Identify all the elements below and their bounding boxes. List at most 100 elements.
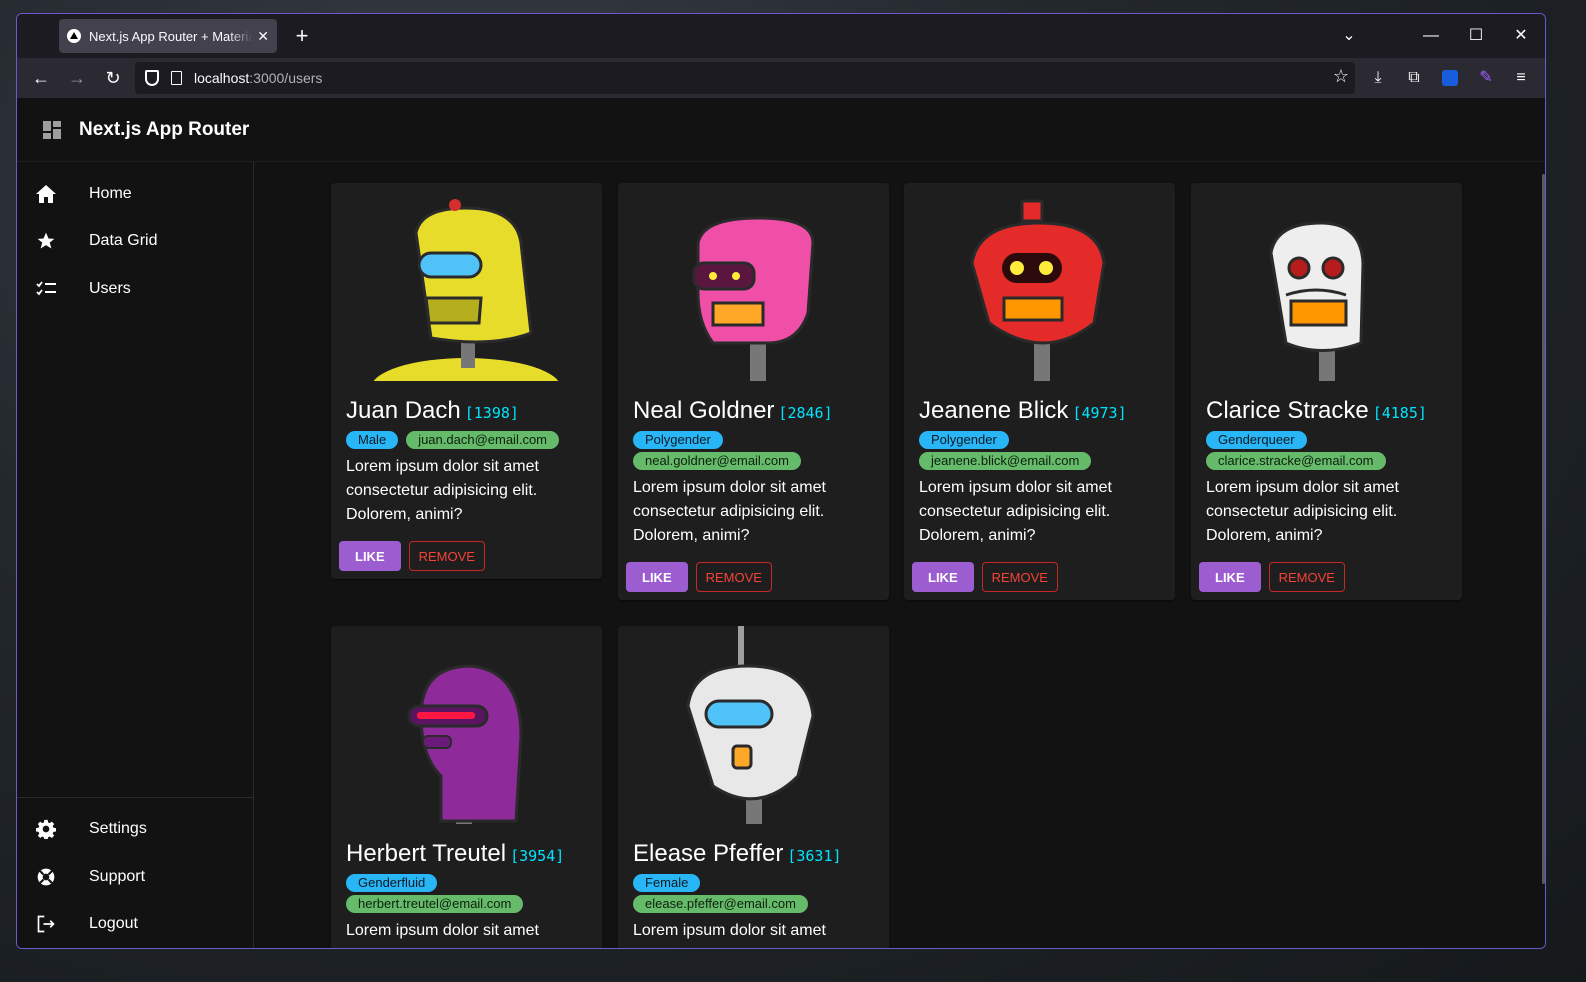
user-name: Herbert Treutel <box>346 840 507 867</box>
sidebar-item-home[interactable]: Home <box>17 170 253 218</box>
robot-avatar-image <box>618 626 889 824</box>
reload-button[interactable]: ↻ <box>101 66 125 90</box>
user-name: Clarice Stracke <box>1206 397 1369 424</box>
tracking-protection-shield-icon[interactable] <box>145 70 159 86</box>
robot-avatar-image <box>1191 183 1462 381</box>
remove-button[interactable]: REMOVE <box>695 562 772 592</box>
back-button[interactable]: ← <box>29 66 53 90</box>
user-card: Jeanene Blick [4973] Polygender jeanene.b… <box>904 183 1175 600</box>
remove-button[interactable]: REMOVE <box>408 541 485 571</box>
forward-button[interactable]: → <box>65 66 89 90</box>
sidebar: Home Data Grid Users Settings Support Lo… <box>17 162 254 949</box>
sidebar-item-label: Support <box>89 867 146 885</box>
robot-avatar-image <box>331 626 602 824</box>
user-name-row: Neal Goldner [2846] <box>633 397 874 427</box>
tab-title: Next.js App Router + Material UI <box>89 28 253 44</box>
email-chip: elease.pfeffer@email.com <box>633 895 808 913</box>
user-name-row: Clarice Stracke [4185] <box>1206 397 1447 427</box>
users-grid: Juan Dach [1398] Male juan.dach@email.com… <box>254 162 1545 948</box>
content-scrollbar[interactable] <box>1542 174 1545 884</box>
user-card: Elease Pfeffer [3631] Female elease.pfeff… <box>618 626 889 948</box>
bitwarden-extension-icon[interactable] <box>1438 66 1462 90</box>
logout-icon <box>35 913 57 935</box>
email-chip: clarice.stracke@email.com <box>1206 452 1386 470</box>
email-chip: juan.dach@email.com <box>406 431 560 449</box>
user-description: Lorem ipsum dolor sit amet consectetur a… <box>633 479 826 544</box>
browser-tab[interactable]: Next.js App Router + Material UI ✕ <box>59 19 277 53</box>
card-actions: LIKE REMOVE <box>331 527 602 579</box>
user-name-row: Jeanene Blick [4973] <box>919 397 1160 427</box>
card-actions: LIKE REMOVE <box>1191 548 1462 600</box>
user-description: Lorem ipsum dolor sit amet consectetur a… <box>919 479 1112 544</box>
sidebar-item-label: Data Grid <box>89 232 158 250</box>
user-card: Herbert Treutel [3954] Genderfluid herber… <box>331 626 602 948</box>
sidebar-item-data-grid[interactable]: Data Grid <box>17 218 253 266</box>
robot-avatar-image <box>331 183 602 381</box>
app-title: Next.js App Router <box>79 118 250 140</box>
support-icon <box>35 866 57 888</box>
user-card: Juan Dach [1398] Male juan.dach@email.com… <box>331 183 602 579</box>
sidebar-item-label: Settings <box>89 820 147 838</box>
new-tab-button[interactable]: + <box>289 23 315 49</box>
gender-chip: Genderfluid <box>346 874 438 892</box>
gender-chip: Genderqueer <box>1206 431 1307 449</box>
user-chips: Female elease.pfeffer@email.com <box>633 874 874 913</box>
app-root: Next.js App Router Home Data Grid Users … <box>17 98 1545 949</box>
sidebar-item-logout[interactable]: Logout <box>17 901 253 949</box>
like-button[interactable]: LIKE <box>912 562 974 592</box>
sidebar-item-label: Home <box>89 184 132 202</box>
minimize-button[interactable]: — <box>1419 24 1443 48</box>
page-info-icon[interactable] <box>171 71 182 85</box>
like-button[interactable]: LIKE <box>1199 562 1261 592</box>
user-id: [3954] <box>510 847 565 865</box>
star-icon <box>35 230 57 252</box>
like-button[interactable]: LIKE <box>339 541 401 571</box>
app-bar: Next.js App Router <box>17 98 1545 162</box>
app-menu-icon[interactable]: ≡ <box>1509 66 1533 90</box>
user-name-row: Herbert Treutel [3954] <box>346 840 587 870</box>
extension-purple-icon[interactable]: ✎ <box>1474 66 1498 90</box>
gender-chip: Female <box>633 874 701 892</box>
tab-close-icon[interactable]: ✕ <box>257 28 269 45</box>
user-chips: Male juan.dach@email.com <box>346 431 587 449</box>
card-actions: LIKE REMOVE <box>904 548 1175 600</box>
list-tabs-chevron-icon[interactable]: ⌄ <box>1337 24 1361 48</box>
sidebar-item-users[interactable]: Users <box>17 265 253 313</box>
gear-icon <box>35 818 57 840</box>
downloads-icon[interactable]: ⤓ <box>1366 66 1390 90</box>
email-chip: neal.goldner@email.com <box>633 452 801 470</box>
dashboard-icon <box>43 120 61 139</box>
like-button[interactable]: LIKE <box>626 562 688 592</box>
card-actions: LIKE REMOVE <box>618 548 889 600</box>
maximize-button[interactable]: ☐ <box>1464 24 1488 48</box>
user-chips: Polygender neal.goldner@email.com <box>633 431 874 470</box>
nextjs-favicon-icon <box>67 29 81 43</box>
address-bar[interactable]: localhost:3000/users ☆ <box>135 62 1355 94</box>
user-name: Elease Pfeffer <box>633 840 784 867</box>
user-card: Clarice Stracke [4185] Genderqueer claric… <box>1191 183 1462 600</box>
remove-button[interactable]: REMOVE <box>1268 562 1345 592</box>
user-name: Juan Dach <box>346 397 461 424</box>
card-actions: LIKE REMOVE <box>618 943 889 948</box>
gender-chip: Polygender <box>633 431 723 449</box>
user-id: [3631] <box>787 847 842 865</box>
user-description: Lorem ipsum dolor sit amet <box>346 922 539 939</box>
user-name: Jeanene Blick <box>919 397 1069 424</box>
checklist-icon <box>35 278 57 300</box>
browser-toolbar: ← → ↻ localhost:3000/users ☆ ⤓ ⧉ ✎ ≡ <box>17 58 1545 98</box>
remove-button[interactable]: REMOVE <box>981 562 1058 592</box>
user-id: [2846] <box>778 404 833 422</box>
url-text[interactable]: localhost:3000/users <box>194 70 322 86</box>
user-chips: Polygender jeanene.blick@email.com <box>919 431 1160 470</box>
sidebar-item-label: Logout <box>89 915 138 933</box>
user-card: Neal Goldner [2846] Polygender neal.goldn… <box>618 183 889 600</box>
user-id: [4973] <box>1072 404 1127 422</box>
bookmark-star-icon[interactable]: ☆ <box>1333 66 1349 87</box>
sidebar-item-settings[interactable]: Settings <box>17 806 253 854</box>
close-window-button[interactable]: ✕ <box>1509 24 1533 48</box>
sidebar-item-support[interactable]: Support <box>17 853 253 901</box>
extensions-icon[interactable]: ⧉ <box>1402 66 1426 90</box>
email-chip: jeanene.blick@email.com <box>919 452 1092 470</box>
user-chips: Genderfluid herbert.treutel@email.com <box>346 874 587 913</box>
user-description: Lorem ipsum dolor sit amet <box>633 922 826 939</box>
